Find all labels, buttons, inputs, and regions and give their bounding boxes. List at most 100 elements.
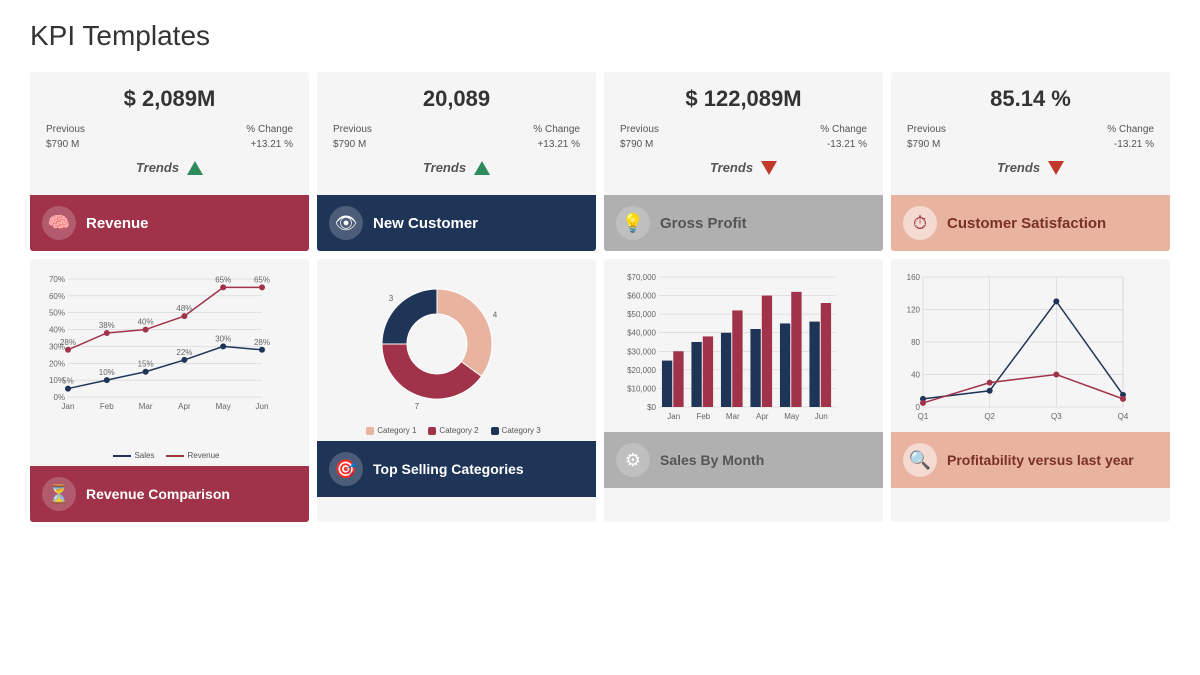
line-chart-svg: 0%10%20%30%40%50%60%70%JanFebMarAprMayJu… bbox=[40, 269, 270, 419]
kpi-card-new-customer: 20,089 Previous % Change $790 M +13.21 %… bbox=[317, 72, 596, 251]
bar-chart-svg: $0$10,000$20,000$30,000$40,000$50,000$60… bbox=[614, 269, 844, 429]
previous-label: Previous bbox=[333, 124, 372, 135]
chart-footer-label: Sales By Month bbox=[660, 452, 764, 468]
kpi-meta-values: $790 M +13.21 % bbox=[46, 139, 293, 150]
svg-text:3: 3 bbox=[389, 294, 394, 303]
kpi-footer-icon: 🧠 bbox=[42, 206, 76, 240]
trends-label: Trends bbox=[710, 160, 753, 175]
trend-down-icon bbox=[1048, 161, 1064, 175]
svg-text:70%: 70% bbox=[49, 275, 65, 284]
previous-value: $790 M bbox=[333, 139, 366, 150]
kpi-footer-icon: ⏱ bbox=[903, 206, 937, 240]
trends-label: Trends bbox=[997, 160, 1040, 175]
svg-text:May: May bbox=[784, 412, 799, 421]
svg-text:28%: 28% bbox=[254, 338, 270, 347]
svg-text:Feb: Feb bbox=[696, 412, 710, 421]
previous-value: $790 M bbox=[620, 139, 653, 150]
kpi-top: $ 2,089M Previous % Change $790 M +13.21… bbox=[30, 72, 309, 195]
svg-text:0: 0 bbox=[916, 403, 921, 412]
kpi-footer: 🧠 Revenue bbox=[30, 195, 309, 251]
svg-text:15%: 15% bbox=[138, 360, 154, 369]
svg-text:$20,000: $20,000 bbox=[627, 366, 656, 375]
kpi-top: $ 122,089M Previous % Change $790 M -13.… bbox=[604, 72, 883, 195]
chart-card-profitability: 04080120160Q1Q2Q3Q4 🔍 Profitability vers… bbox=[891, 259, 1170, 522]
chart-footer-icon: ⚙ bbox=[616, 443, 650, 477]
chart-area: $0$10,000$20,000$30,000$40,000$50,000$60… bbox=[604, 259, 883, 424]
kpi-trends: Trends bbox=[620, 160, 867, 185]
kpi-main-value: $ 122,089M bbox=[620, 86, 867, 112]
chart-footer-icon: 🔍 bbox=[903, 443, 937, 477]
previous-label: Previous bbox=[46, 124, 85, 135]
trends-label: Trends bbox=[423, 160, 466, 175]
trend-up-icon bbox=[474, 161, 490, 175]
svg-text:160: 160 bbox=[907, 273, 921, 282]
svg-text:Jun: Jun bbox=[815, 412, 828, 421]
change-value: -13.21 % bbox=[1114, 139, 1154, 150]
kpi-footer: 👁 New Customer bbox=[317, 195, 596, 251]
change-value: -13.21 % bbox=[827, 139, 867, 150]
kpi-card-revenue: $ 2,089M Previous % Change $790 M +13.21… bbox=[30, 72, 309, 251]
svg-text:80: 80 bbox=[911, 338, 920, 347]
kpi-meta-labels: Previous % Change bbox=[333, 124, 580, 135]
svg-text:Q1: Q1 bbox=[918, 412, 929, 421]
svg-text:Apr: Apr bbox=[756, 412, 769, 421]
kpi-meta-values: $790 M -13.21 % bbox=[620, 139, 867, 150]
svg-text:Jan: Jan bbox=[62, 402, 75, 411]
svg-text:60%: 60% bbox=[49, 292, 65, 301]
svg-text:7: 7 bbox=[415, 402, 420, 411]
svg-text:$0: $0 bbox=[647, 403, 656, 412]
line2-chart-svg: 04080120160Q1Q2Q3Q4 bbox=[901, 269, 1131, 429]
change-label: % Change bbox=[820, 124, 867, 135]
kpi-footer-label: Customer Satisfaction bbox=[947, 215, 1106, 232]
chart-footer: ⏳ Revenue Comparison bbox=[30, 466, 309, 522]
donut-chart-svg: 4 7 3 bbox=[327, 269, 557, 434]
svg-text:30%: 30% bbox=[215, 334, 231, 343]
chart-footer: 🔍 Profitability versus last year bbox=[891, 432, 1170, 488]
legend-item: Revenue bbox=[166, 451, 219, 460]
dashboard: $ 2,089M Previous % Change $790 M +13.21… bbox=[30, 72, 1170, 522]
kpi-trends: Trends bbox=[46, 160, 293, 185]
svg-text:40%: 40% bbox=[138, 318, 154, 327]
svg-text:Mar: Mar bbox=[726, 412, 740, 421]
trends-label: Trends bbox=[136, 160, 179, 175]
svg-text:5%: 5% bbox=[62, 377, 74, 386]
svg-text:Jan: Jan bbox=[667, 412, 680, 421]
chart-area: 04080120160Q1Q2Q3Q4 bbox=[891, 259, 1170, 424]
svg-text:Apr: Apr bbox=[178, 402, 191, 411]
kpi-footer-icon: 💡 bbox=[616, 206, 650, 240]
change-label: % Change bbox=[246, 124, 293, 135]
svg-text:May: May bbox=[216, 402, 231, 411]
chart-card-sales-by-month: $0$10,000$20,000$30,000$40,000$50,000$60… bbox=[604, 259, 883, 522]
svg-text:$10,000: $10,000 bbox=[627, 384, 656, 393]
chart-card-top-selling: 473 Category 1 Category 2 Category 3 🎯 T… bbox=[317, 259, 596, 522]
svg-text:38%: 38% bbox=[99, 321, 115, 330]
kpi-footer-icon: 👁 bbox=[329, 206, 363, 240]
svg-text:48%: 48% bbox=[176, 304, 192, 313]
svg-text:40%: 40% bbox=[49, 326, 65, 335]
svg-text:22%: 22% bbox=[176, 348, 192, 357]
svg-text:20%: 20% bbox=[49, 359, 65, 368]
kpi-card-customer-satisfaction: 85.14 % Previous % Change $790 M -13.21 … bbox=[891, 72, 1170, 251]
change-value: +13.21 % bbox=[537, 139, 580, 150]
chart-area: 4 7 3 bbox=[317, 259, 596, 424]
page-title: KPI Templates bbox=[30, 20, 1170, 52]
svg-text:40: 40 bbox=[911, 371, 920, 380]
svg-text:65%: 65% bbox=[254, 275, 270, 284]
kpi-meta-values: $790 M +13.21 % bbox=[333, 139, 580, 150]
svg-text:120: 120 bbox=[907, 306, 921, 315]
chart-card-revenue-comparison: 0%10%20%30%40%50%60%70%JanFebMarAprMayJu… bbox=[30, 259, 309, 522]
chart-footer: 🎯 Top Selling Categories bbox=[317, 441, 596, 497]
kpi-main-value: 85.14 % bbox=[907, 86, 1154, 112]
chart-footer-icon: ⏳ bbox=[42, 477, 76, 511]
previous-label: Previous bbox=[907, 124, 946, 135]
kpi-footer: ⏱ Customer Satisfaction bbox=[891, 195, 1170, 251]
kpi-meta-labels: Previous % Change bbox=[46, 124, 293, 135]
kpi-meta-labels: Previous % Change bbox=[620, 124, 867, 135]
chart-legend: Sales Revenue bbox=[30, 449, 309, 466]
change-label: % Change bbox=[1107, 124, 1154, 135]
svg-text:4: 4 bbox=[493, 310, 498, 319]
legend-item: Sales bbox=[113, 451, 154, 460]
svg-text:Mar: Mar bbox=[139, 402, 153, 411]
kpi-footer-label: New Customer bbox=[373, 215, 478, 232]
svg-text:$70,000: $70,000 bbox=[627, 273, 656, 282]
